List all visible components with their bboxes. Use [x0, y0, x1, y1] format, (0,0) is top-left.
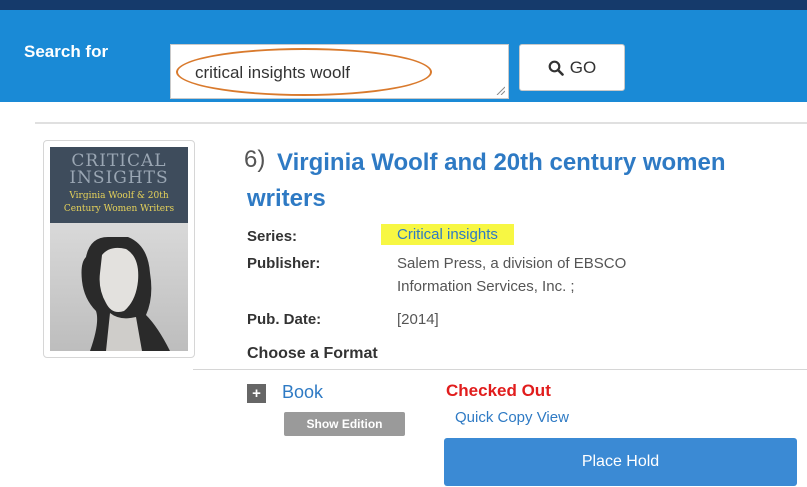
cover-subtitle-line2: Century Women Writers	[63, 204, 175, 214]
go-button[interactable]: GO	[519, 44, 625, 91]
show-edition-button[interactable]: Show Edition	[284, 412, 405, 436]
search-input-value: critical insights woolf	[195, 63, 350, 82]
series-link[interactable]: Critical insights	[381, 224, 514, 245]
publisher-value-line2: Information Services, Inc. ;	[397, 278, 575, 295]
format-divider	[193, 369, 807, 370]
result-title-link[interactable]: Virginia Woolf and 20th century women wr…	[247, 145, 767, 217]
book-cover-image[interactable]: CRITICAL INSIGHTS Virginia Woolf & 20th …	[50, 147, 188, 351]
top-strip	[0, 0, 807, 10]
divider	[35, 122, 807, 124]
expand-plus-icon[interactable]: +	[247, 384, 266, 403]
place-hold-button[interactable]: Place Hold	[444, 438, 797, 486]
quick-copy-view-link[interactable]: Quick Copy View	[455, 409, 569, 426]
format-book-link[interactable]: Book	[282, 382, 323, 403]
search-input[interactable]: critical insights woolf	[170, 44, 509, 99]
pubdate-label: Pub. Date:	[247, 311, 322, 328]
publisher-label: Publisher:	[247, 255, 321, 272]
choose-format-heading: Choose a Format	[247, 345, 378, 362]
cover-title-line2: INSIGHTS	[69, 168, 169, 188]
publisher-value-line1: Salem Press, a division of EBSCO	[397, 255, 627, 272]
search-icon	[548, 60, 564, 76]
search-label: Search for	[24, 42, 109, 61]
availability-status: Checked Out	[446, 381, 551, 400]
resize-handle-icon[interactable]	[495, 85, 505, 95]
cover-portrait	[50, 223, 188, 351]
cover-subtitle-line1: Virginia Woolf & 20th	[69, 191, 169, 201]
series-label: Series:	[247, 228, 298, 245]
go-button-label: GO	[569, 57, 597, 77]
pubdate-value: [2014]	[397, 311, 439, 328]
